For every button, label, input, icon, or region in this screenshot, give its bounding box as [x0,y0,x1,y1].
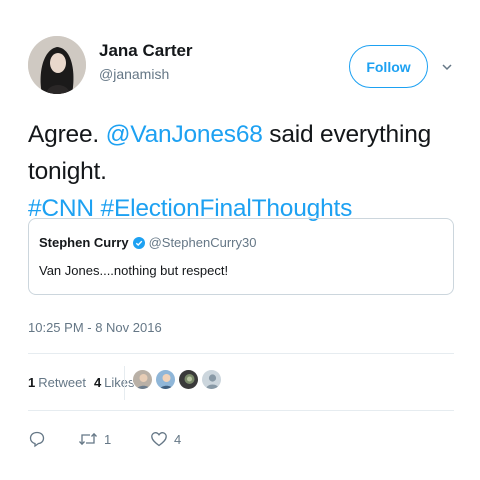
retweet-button[interactable]: 1 [78,430,111,448]
liker-avatar[interactable] [155,369,176,390]
follow-button[interactable]: Follow [349,45,428,88]
tweet-stats: 1 Retweet 4 Likes [28,375,143,390]
verified-badge-icon [132,236,145,249]
divider [28,353,454,354]
retweet-count: 1 [104,431,112,447]
liker-avatars [132,369,224,390]
quoted-tweet-card[interactable]: Stephen Curry @StephenCurry30 Van Jones.… [28,218,454,295]
liker-avatar[interactable] [132,369,153,390]
retweets-stat[interactable]: 1 Retweet [28,375,86,390]
liker-avatar[interactable] [178,369,199,390]
likes-stat[interactable]: 4 Likes [94,375,135,390]
tweet-actions: 1 4 [28,430,328,454]
author-avatar[interactable] [28,36,86,94]
reply-icon [28,430,46,448]
likes-count: 4 [93,375,102,390]
divider [28,410,454,411]
tweet-text: Agree. @VanJones68 said everything tonig… [28,116,473,227]
quoted-author-name: Stephen Curry [39,235,129,250]
likes-label: Likes [104,375,135,390]
retweets-label: Retweet [38,375,86,390]
retweets-count: 1 [28,375,36,390]
quoted-tweet-header: Stephen Curry @StephenCurry30 [39,235,256,250]
heart-icon [150,430,168,448]
reply-button[interactable] [28,430,46,448]
author-handle[interactable]: @janamish [99,66,169,82]
retweet-icon [78,430,98,448]
liker-avatar[interactable] [201,369,222,390]
tweet-timestamp[interactable]: 10:25 PM - 8 Nov 2016 [28,320,162,335]
author-name[interactable]: Jana Carter [99,41,193,61]
chevron-down-icon[interactable] [440,60,454,74]
quoted-author-handle: @StephenCurry30 [148,235,257,250]
like-button[interactable]: 4 [150,430,181,448]
tweet-text-part: Agree. [28,121,106,148]
like-count: 4 [174,431,182,447]
quoted-tweet-text: Van Jones....nothing but respect! [39,263,229,278]
mention-link[interactable]: @VanJones68 [106,121,263,148]
stats-separator [124,366,125,400]
